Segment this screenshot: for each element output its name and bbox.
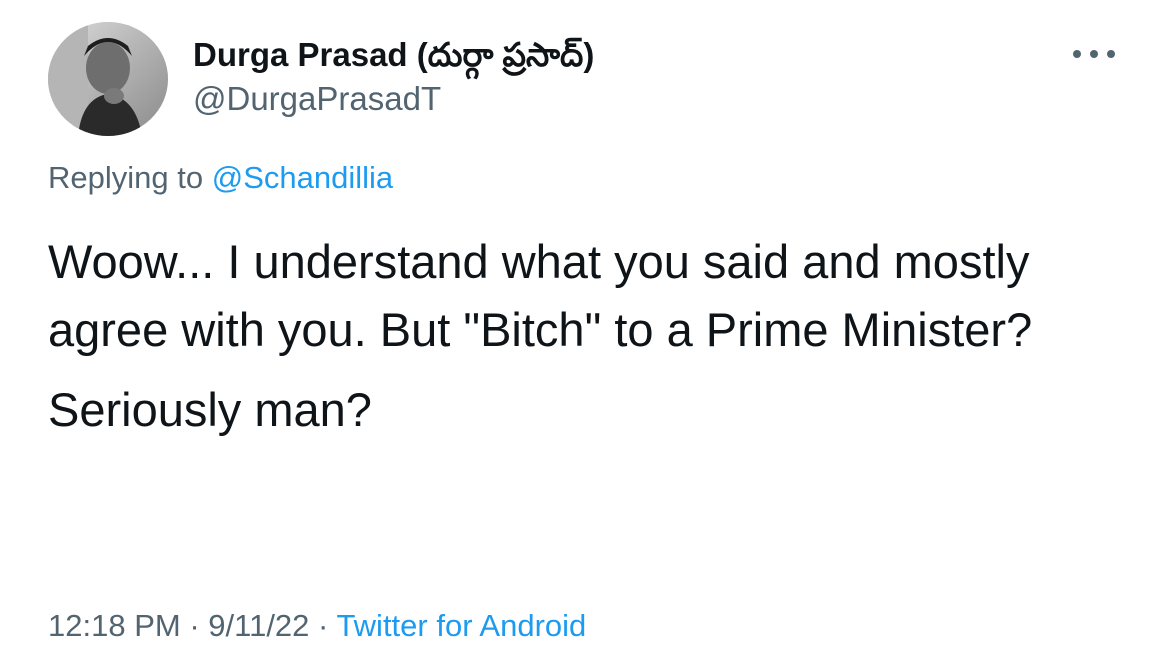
tweet-metadata: 12:18 PM · 9/11/22 · Twitter for Android xyxy=(48,608,586,644)
avatar[interactable] xyxy=(48,22,168,136)
tweet-source-link[interactable]: Twitter for Android xyxy=(336,608,586,643)
tweet-date[interactable]: 9/11/22 xyxy=(208,608,309,643)
author-display-name[interactable]: Durga Prasad (దుర్గా ప్రసాద్) xyxy=(193,36,594,74)
tweet-paragraph: Woow... I understand what you said and m… xyxy=(48,235,1033,356)
tweet-text: Woow... I understand what you said and m… xyxy=(48,228,1128,444)
tweet-time[interactable]: 12:18 PM xyxy=(48,608,181,643)
author-handle[interactable]: @DurgaPrasadT xyxy=(193,80,594,118)
replying-to-line: Replying to @Schandillia xyxy=(48,160,393,196)
avatar-photo xyxy=(48,22,168,136)
meta-separator: · xyxy=(189,608,200,643)
replying-to-label: Replying to xyxy=(48,160,204,195)
more-horizontal-icon xyxy=(1073,50,1115,58)
tweet-card: Durga Prasad (దుర్గా ప్రసాద్) @DurgaPras… xyxy=(0,0,1170,659)
author-block: Durga Prasad (దుర్గా ప్రసాద్) @DurgaPras… xyxy=(193,36,594,118)
reply-mention-link[interactable]: @Schandillia xyxy=(212,160,393,195)
tweet-paragraph: Seriously man? xyxy=(48,383,372,436)
more-options-button[interactable] xyxy=(1068,40,1120,68)
meta-separator: · xyxy=(318,608,329,643)
